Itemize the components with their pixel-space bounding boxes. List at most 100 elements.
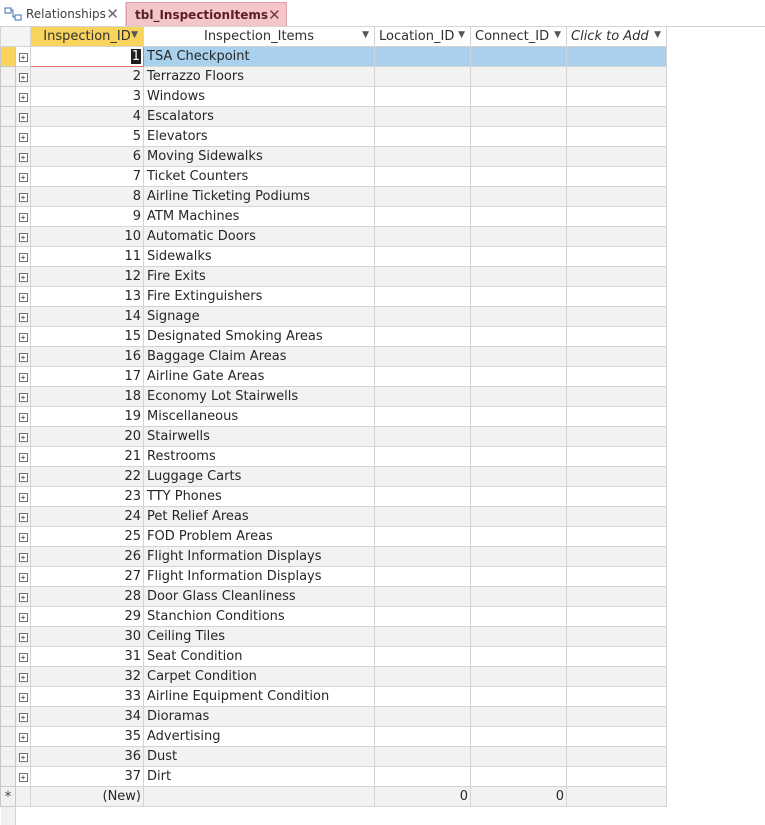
cell-connect-id[interactable] bbox=[470, 66, 567, 87]
cell-location-id[interactable] bbox=[374, 766, 471, 787]
cell-location-id[interactable] bbox=[374, 546, 471, 567]
cell-inspection-id[interactable]: 35 bbox=[30, 726, 144, 747]
expand-cell[interactable]: + bbox=[15, 346, 31, 367]
cell-location-id[interactable] bbox=[374, 666, 471, 687]
record-selector[interactable] bbox=[0, 246, 16, 267]
expand-cell[interactable]: + bbox=[15, 246, 31, 267]
cell-connect-id[interactable] bbox=[470, 226, 567, 247]
cell-connect-id[interactable] bbox=[470, 146, 567, 167]
cell-location-id[interactable] bbox=[374, 166, 471, 187]
record-selector[interactable] bbox=[0, 666, 16, 687]
cell-connect-id[interactable] bbox=[470, 526, 567, 547]
cell-connect-id[interactable]: 0 bbox=[470, 786, 567, 807]
cell-connect-id[interactable] bbox=[470, 106, 567, 127]
cell-inspection-id[interactable]: (New) bbox=[30, 786, 144, 807]
cell-inspection-id[interactable]: 20 bbox=[30, 426, 144, 447]
table-row[interactable]: +29 Stanchion Conditions bbox=[0, 606, 667, 627]
expand-plus-icon[interactable]: + bbox=[18, 493, 28, 502]
cell-inspection-id[interactable]: 27 bbox=[30, 566, 144, 587]
table-row[interactable]: +21 Restrooms bbox=[0, 446, 667, 467]
cell-click-to-add[interactable] bbox=[566, 126, 667, 147]
tab-tbl-inspectionitems[interactable]: tbl_InspectionItems ✕ bbox=[126, 2, 287, 26]
cell-inspection-items[interactable]: Designated Smoking Areas bbox=[143, 326, 375, 347]
cell-click-to-add[interactable] bbox=[566, 106, 667, 127]
record-selector[interactable] bbox=[0, 386, 16, 407]
expand-cell[interactable]: + bbox=[15, 566, 31, 587]
expand-plus-icon[interactable]: + bbox=[18, 173, 28, 182]
record-selector[interactable] bbox=[0, 566, 16, 587]
cell-inspection-id[interactable]: 10 bbox=[30, 226, 144, 247]
cell-click-to-add[interactable] bbox=[566, 146, 667, 167]
column-header-location-id[interactable]: Location_ID ▼ bbox=[374, 26, 471, 47]
close-icon[interactable]: ✕ bbox=[268, 6, 281, 24]
table-row[interactable]: +17 Airline Gate Areas bbox=[0, 366, 667, 387]
cell-location-id[interactable] bbox=[374, 506, 471, 527]
column-header-inspection-id[interactable]: Inspection_ID ▼ bbox=[30, 26, 144, 47]
cell-connect-id[interactable] bbox=[470, 346, 567, 367]
table-row[interactable]: +37 Dirt bbox=[0, 766, 667, 787]
cell-location-id[interactable] bbox=[374, 346, 471, 367]
table-row[interactable]: +2 Terrazzo Floors bbox=[0, 66, 667, 87]
cell-click-to-add[interactable] bbox=[566, 206, 667, 227]
cell-inspection-items[interactable]: Terrazzo Floors bbox=[143, 66, 375, 87]
cell-connect-id[interactable] bbox=[470, 266, 567, 287]
dropdown-arrow-icon[interactable]: ▼ bbox=[362, 30, 369, 40]
cell-inspection-id[interactable]: 23 bbox=[30, 486, 144, 507]
cell-inspection-items[interactable]: Flight Information Displays bbox=[143, 566, 375, 587]
table-row[interactable]: +20 Stairwells bbox=[0, 426, 667, 447]
cell-connect-id[interactable] bbox=[470, 686, 567, 707]
cell-inspection-items[interactable]: Dioramas bbox=[143, 706, 375, 727]
cell-inspection-items[interactable]: Ticket Counters bbox=[143, 166, 375, 187]
expand-cell[interactable]: + bbox=[15, 546, 31, 567]
expand-cell[interactable]: + bbox=[15, 646, 31, 667]
cell-inspection-items[interactable]: Pet Relief Areas bbox=[143, 506, 375, 527]
cell-location-id[interactable] bbox=[374, 486, 471, 507]
cell-inspection-id[interactable]: 14 bbox=[30, 306, 144, 327]
expand-cell[interactable]: + bbox=[15, 406, 31, 427]
table-row[interactable]: +32 Carpet Condition bbox=[0, 666, 667, 687]
expand-cell[interactable]: + bbox=[15, 366, 31, 387]
expand-plus-icon[interactable]: + bbox=[18, 753, 28, 762]
expand-cell[interactable]: + bbox=[15, 106, 31, 127]
table-row[interactable]: +33 Airline Equipment Condition bbox=[0, 686, 667, 707]
cell-inspection-items[interactable]: Windows bbox=[143, 86, 375, 107]
cell-inspection-items[interactable]: Sidewalks bbox=[143, 246, 375, 267]
record-selector[interactable] bbox=[0, 486, 16, 507]
cell-click-to-add[interactable] bbox=[566, 46, 667, 67]
cell-click-to-add[interactable] bbox=[566, 566, 667, 587]
cell-connect-id[interactable] bbox=[470, 326, 567, 347]
expand-cell[interactable]: + bbox=[15, 66, 31, 87]
cell-inspection-id[interactable]: 29 bbox=[30, 606, 144, 627]
new-record-row[interactable]: * (New) 0 0 bbox=[0, 786, 667, 807]
expand-plus-icon[interactable]: + bbox=[18, 233, 28, 242]
record-selector[interactable] bbox=[0, 186, 16, 207]
cell-location-id[interactable] bbox=[374, 146, 471, 167]
cell-inspection-id[interactable]: 17 bbox=[30, 366, 144, 387]
record-selector[interactable] bbox=[0, 546, 16, 567]
cell-location-id[interactable] bbox=[374, 686, 471, 707]
expand-cell[interactable]: + bbox=[15, 686, 31, 707]
table-row[interactable]: +1 TSA Checkpoint bbox=[0, 46, 667, 67]
cell-connect-id[interactable] bbox=[470, 706, 567, 727]
cell-connect-id[interactable] bbox=[470, 246, 567, 267]
cell-connect-id[interactable] bbox=[470, 166, 567, 187]
cell-click-to-add[interactable] bbox=[566, 386, 667, 407]
record-selector[interactable] bbox=[0, 626, 16, 647]
cell-connect-id[interactable] bbox=[470, 186, 567, 207]
expand-plus-icon[interactable]: + bbox=[18, 773, 28, 782]
close-icon[interactable]: ✕ bbox=[106, 5, 119, 23]
cell-inspection-id[interactable]: 3 bbox=[30, 86, 144, 107]
cell-connect-id[interactable] bbox=[470, 46, 567, 67]
cell-connect-id[interactable] bbox=[470, 546, 567, 567]
expand-cell[interactable]: + bbox=[15, 486, 31, 507]
expand-plus-icon[interactable]: + bbox=[18, 393, 28, 402]
cell-inspection-id[interactable]: 36 bbox=[30, 746, 144, 767]
cell-inspection-items[interactable]: Dirt bbox=[143, 766, 375, 787]
cell-inspection-items[interactable]: Fire Extinguishers bbox=[143, 286, 375, 307]
record-selector[interactable] bbox=[0, 66, 16, 87]
cell-click-to-add[interactable] bbox=[566, 446, 667, 467]
expand-plus-icon[interactable]: + bbox=[18, 153, 28, 162]
expand-plus-icon[interactable]: + bbox=[18, 533, 28, 542]
cell-inspection-id[interactable]: 26 bbox=[30, 546, 144, 567]
cell-location-id[interactable] bbox=[374, 426, 471, 447]
